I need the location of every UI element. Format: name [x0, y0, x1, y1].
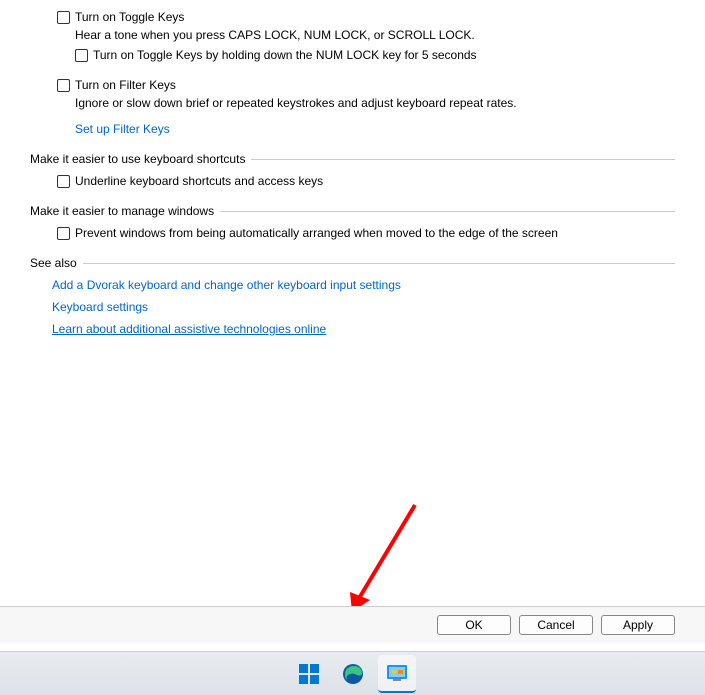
divider — [83, 263, 675, 264]
filter-keys-label: Turn on Filter Keys — [75, 78, 176, 92]
setup-filter-keys-link[interactable]: Set up Filter Keys — [75, 122, 170, 136]
prevent-arrange-checkbox[interactable] — [57, 227, 70, 240]
settings-content: Turn on Toggle Keys Hear a tone when you… — [0, 0, 705, 336]
toggle-keys-numlock-checkbox[interactable] — [75, 49, 88, 62]
windows-section-header: Make it easier to manage windows — [30, 204, 675, 218]
toggle-keys-desc: Hear a tone when you press CAPS LOCK, NU… — [75, 28, 675, 42]
dialog-button-bar: OK Cancel Apply — [0, 606, 705, 643]
underline-shortcuts-checkbox[interactable] — [57, 175, 70, 188]
edge-browser-icon[interactable] — [334, 655, 372, 693]
toggle-keys-block: Turn on Toggle Keys Hear a tone when you… — [57, 10, 675, 62]
filter-keys-block: Turn on Filter Keys Ignore or slow down … — [57, 78, 675, 136]
apply-button[interactable]: Apply — [601, 615, 675, 635]
cancel-button[interactable]: Cancel — [519, 615, 593, 635]
underline-shortcuts-label: Underline keyboard shortcuts and access … — [75, 174, 323, 188]
control-panel-icon[interactable] — [378, 655, 416, 693]
taskbar — [0, 651, 705, 695]
divider — [251, 159, 675, 160]
shortcuts-section-header: Make it easier to use keyboard shortcuts — [30, 152, 675, 166]
toggle-keys-label: Turn on Toggle Keys — [75, 10, 184, 24]
start-button[interactable] — [290, 655, 328, 693]
toggle-keys-checkbox[interactable] — [57, 11, 70, 24]
ok-button[interactable]: OK — [437, 615, 511, 635]
prevent-arrange-label: Prevent windows from being automatically… — [75, 226, 558, 240]
filter-keys-desc: Ignore or slow down brief or repeated ke… — [75, 96, 675, 110]
windows-section-title: Make it easier to manage windows — [30, 204, 214, 218]
toggle-keys-numlock-label: Turn on Toggle Keys by holding down the … — [93, 48, 477, 62]
keyboard-settings-link[interactable]: Keyboard settings — [52, 300, 675, 314]
filter-keys-checkbox[interactable] — [57, 79, 70, 92]
dvorak-link[interactable]: Add a Dvorak keyboard and change other k… — [52, 278, 675, 292]
shortcuts-section-title: Make it easier to use keyboard shortcuts — [30, 152, 245, 166]
see-also-title: See also — [30, 256, 77, 270]
see-also-section-header: See also — [30, 256, 675, 270]
assistive-tech-link[interactable]: Learn about additional assistive technol… — [52, 322, 675, 336]
divider — [220, 211, 675, 212]
